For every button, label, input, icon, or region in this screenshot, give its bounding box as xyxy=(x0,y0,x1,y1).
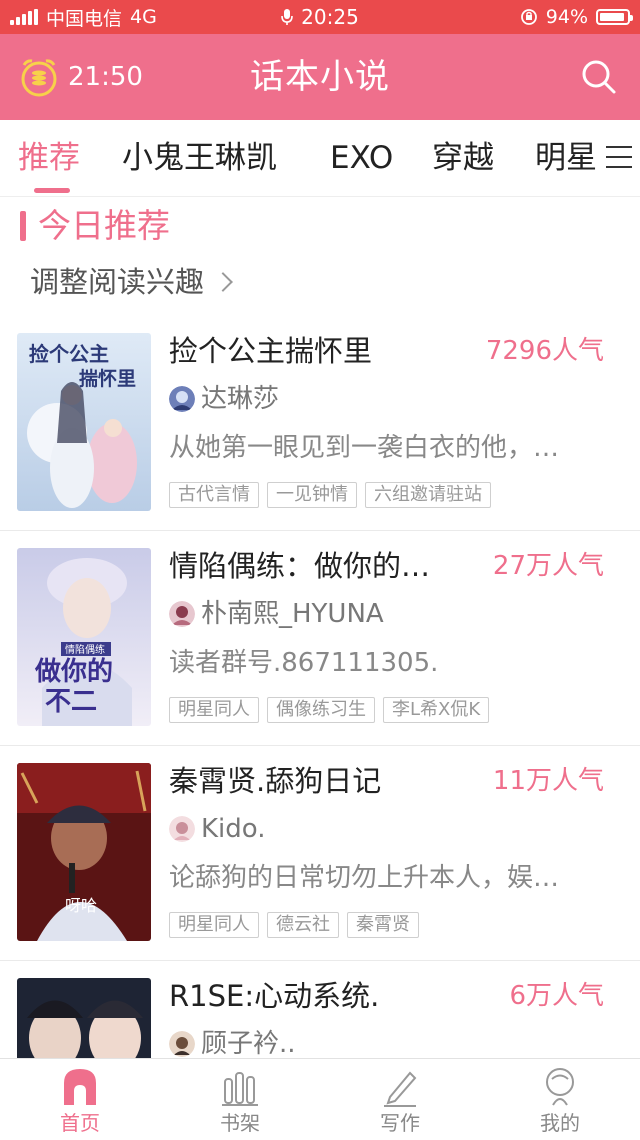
tag-list: 明星同人 德云社 秦霄贤 xyxy=(169,912,419,938)
tab-time-travel[interactable]: 穿越 xyxy=(432,120,494,196)
author-avatar xyxy=(169,386,195,412)
nav-write-label: 写作 xyxy=(380,1111,420,1135)
book-title[interactable]: 情陷偶练：做你的… xyxy=(169,545,430,587)
tab-recommend[interactable]: 推荐 xyxy=(18,120,80,196)
active-tab-indicator xyxy=(34,188,70,193)
author-name: 顾子衿.. xyxy=(201,1029,296,1058)
cover-title-text: 做你的 xyxy=(34,656,113,687)
book-item[interactable]: 情陷偶练 做你的 不二 情陷偶练：做你的… 27万人气 朴南熙_HYUNA 读者… xyxy=(0,531,640,746)
profile-icon xyxy=(546,1068,574,1106)
nav-bookshelf-label: 书架 xyxy=(220,1111,260,1135)
category-tabs: 推荐 小鬼王琳凯 EXO 穿越 明星 xyxy=(0,120,640,197)
nav-bookshelf[interactable]: 书架 xyxy=(160,1059,320,1140)
home-icon xyxy=(64,1069,96,1105)
popularity-count: 7296人气 xyxy=(485,336,604,366)
book-description: 论舔狗的日常切勿上升本人，娱… xyxy=(169,863,560,893)
tab-menu-icon[interactable] xyxy=(606,146,632,170)
author-name: 达琳莎 xyxy=(201,384,280,414)
popularity-count: 27万人气 xyxy=(492,551,604,581)
book-item[interactable]: R1SE:心动系统. 6万人气 顾子衿.. xyxy=(0,961,640,1058)
book-list: 捡个公主 揣怀里 捡个公主揣怀里 7296人气 达琳莎 从她第一眼见到一袭白衣的… xyxy=(0,316,640,1058)
author-row: 顾子衿.. xyxy=(169,1025,296,1058)
app-title: 话本小说 xyxy=(250,57,390,97)
bookshelf-icon xyxy=(222,1072,258,1106)
author-avatar xyxy=(169,1031,195,1057)
book-cover[interactable]: 捡个公主 揣怀里 xyxy=(17,333,151,511)
cover-title-text: 呀哈 xyxy=(65,896,97,915)
section-accent-bar xyxy=(20,211,26,241)
chevron-right-icon xyxy=(213,272,233,292)
cover-title-text: 揣怀里 xyxy=(79,367,136,390)
pen-icon xyxy=(384,1071,417,1107)
popularity-count: 11万人气 xyxy=(492,766,604,796)
bottom-navigation: 首页 书架 写作 我的 xyxy=(0,1058,640,1140)
book-description: 从她第一眼见到一袭白衣的他，… xyxy=(169,433,560,463)
tag-list: 古代言情 一见钟情 六组邀请驻站 xyxy=(169,482,491,508)
book-tag[interactable]: 德云社 xyxy=(267,912,339,938)
author-name: Kido. xyxy=(201,814,266,844)
author-name: 朴南熙_HYUNA xyxy=(201,599,384,629)
book-tag[interactable]: 一见钟情 xyxy=(267,482,357,508)
nav-profile[interactable]: 我的 xyxy=(480,1059,640,1140)
book-tag[interactable]: 明星同人 xyxy=(169,912,259,938)
cover-title-text: 情陷偶练 xyxy=(65,643,105,656)
author-avatar xyxy=(169,816,195,842)
status-bar: 中国电信 4G 20:25 94% xyxy=(0,0,640,34)
book-tag[interactable]: 六组邀请驻站 xyxy=(365,482,491,508)
nav-profile-label: 我的 xyxy=(540,1111,580,1135)
book-tag[interactable]: 古代言情 xyxy=(169,482,259,508)
tab-celebrity[interactable]: 明星 xyxy=(535,120,597,196)
adjust-interest-link[interactable]: 调整阅读兴趣 xyxy=(30,260,233,304)
nav-write[interactable]: 写作 xyxy=(320,1059,480,1140)
book-description: 读者群号.867111305. xyxy=(169,648,439,678)
book-title[interactable]: R1SE:心动系统. xyxy=(169,975,379,1017)
author-row: 达琳莎 xyxy=(169,380,279,418)
book-cover[interactable]: 情陷偶练 做你的 不二 xyxy=(17,548,151,726)
author-row: Kido. xyxy=(169,810,266,848)
book-tag[interactable]: 明星同人 xyxy=(169,697,259,723)
book-cover[interactable]: 呀哈 xyxy=(17,763,151,941)
adjust-interest-label: 调整阅读兴趣 xyxy=(30,265,205,299)
tab-xiaogui-wanglinkai[interactable]: 小鬼王琳凯 xyxy=(122,120,277,196)
book-cover[interactable] xyxy=(17,978,151,1058)
book-tag[interactable]: 李L希X侃K xyxy=(383,697,490,723)
microphone-icon xyxy=(281,9,293,25)
book-item[interactable]: 呀哈 秦霄贤.舔狗日记 11万人气 Kido. 论舔狗的日常切勿上升本人，娱… … xyxy=(0,746,640,961)
book-title[interactable]: 捡个公主揣怀里 xyxy=(169,330,372,372)
book-tag[interactable]: 偶像练习生 xyxy=(267,697,375,723)
book-title[interactable]: 秦霄贤.舔狗日记 xyxy=(169,760,381,802)
app-header: 21:50 话本小说 xyxy=(0,34,640,120)
battery-icon xyxy=(596,9,633,25)
section-title: 今日推荐 xyxy=(38,206,170,245)
book-item[interactable]: 捡个公主 揣怀里 捡个公主揣怀里 7296人气 达琳莎 从她第一眼见到一袭白衣的… xyxy=(0,316,640,531)
cover-title-text: 捡个公主 xyxy=(29,342,109,366)
status-time: 20:25 xyxy=(301,5,359,29)
tag-list: 明星同人 偶像练习生 李L希X侃K xyxy=(169,697,490,723)
popularity-count: 6万人气 xyxy=(509,981,604,1011)
author-row: 朴南熙_HYUNA xyxy=(169,595,384,633)
cover-title-text: 不二 xyxy=(45,687,97,717)
book-tag[interactable]: 秦霄贤 xyxy=(347,912,419,938)
battery-percent: 94% xyxy=(545,6,588,28)
author-avatar xyxy=(169,601,195,627)
search-icon[interactable] xyxy=(580,58,618,96)
nav-home-label: 首页 xyxy=(60,1111,100,1135)
nav-home[interactable]: 首页 xyxy=(0,1059,160,1140)
tab-exo[interactable]: EXO xyxy=(330,120,393,196)
rotation-lock-icon xyxy=(520,9,537,25)
